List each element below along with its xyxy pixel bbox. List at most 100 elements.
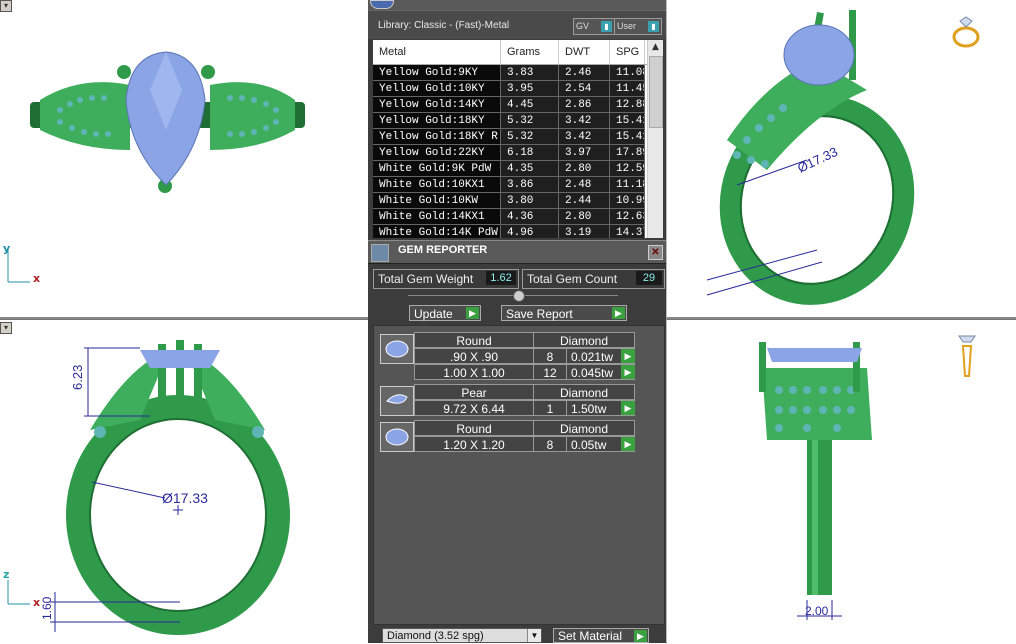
pear-gem-icon[interactable] [380, 386, 414, 416]
table-cell: 4.35 [501, 161, 559, 177]
table-cell: 3.19 [559, 225, 610, 238]
gem-reporter-title: GEM REPORTER [398, 244, 488, 256]
library-bar: Library: Classic - (Fast)-Metal GV ▮ User… [368, 10, 666, 39]
table-row[interactable]: Yellow Gold:18KY R...5.323.4215.41 [373, 129, 663, 145]
table-cell: 3.42 [559, 129, 610, 145]
table-cell: White Gold:14K PdW [373, 225, 501, 238]
close-icon[interactable]: ✕ [648, 245, 663, 260]
gem-size: 9.72 X 6.44 [414, 400, 534, 416]
viewport-top[interactable]: ▾ y x [0, 0, 368, 319]
table-cell: 14.37 [610, 225, 645, 238]
axis-x-label: x [33, 272, 41, 285]
gem-count: 8 [533, 436, 567, 452]
user-toggle[interactable]: User ▮ [614, 18, 662, 35]
table-row[interactable]: Yellow Gold:9KY3.832.4611.08 [373, 65, 663, 81]
table-cell: Yellow Gold:9KY [373, 65, 501, 81]
gem-weight[interactable]: 0.045tw ▶ [566, 364, 635, 380]
gem-reporter-icon [371, 244, 389, 262]
gem-group-pear: Pear Diamond 9.72 X 6.44 1 1.50tw ▶ [377, 384, 657, 418]
table-row[interactable]: Yellow Gold:22KY6.183.9717.89 [373, 145, 663, 161]
gem-shape: Round [414, 420, 534, 436]
table-cell: 3.86 [501, 177, 559, 193]
user-toggle-icon: ▮ [648, 21, 659, 32]
table-row[interactable]: White Gold:14K PdW4.963.1914.37 [373, 225, 663, 238]
save-report-button[interactable]: Save Report ▶ [501, 305, 627, 321]
play-icon[interactable]: ▶ [621, 365, 635, 379]
column-header-grams[interactable]: Grams [501, 40, 559, 64]
round-gem-icon[interactable] [380, 334, 414, 364]
gem-weight[interactable]: 0.05tw ▶ [566, 436, 635, 452]
table-row[interactable]: Yellow Gold:10KY3.952.5411.45 [373, 81, 663, 97]
metal-gem-panel: Library: Classic - (Fast)-Metal GV ▮ User… [368, 0, 666, 643]
table-cell: 2.80 [559, 209, 610, 225]
chevron-down-icon[interactable]: ▼ [527, 629, 541, 642]
column-header-spg[interactable]: SPG [610, 40, 645, 64]
table-cell: 3.97 [559, 145, 610, 161]
axis-z-label: z [3, 568, 10, 581]
total-gem-weight: Total Gem Weight 1.62 [373, 269, 519, 289]
table-cell: 11.08 [610, 65, 645, 81]
table-cell: 2.80 [559, 161, 610, 177]
update-button[interactable]: Update ▶ [409, 305, 481, 321]
axis-x-label: x [33, 596, 41, 609]
splitter-handle[interactable] [513, 290, 525, 302]
table-cell: 5.32 [501, 113, 559, 129]
table-cell: 12.63 [610, 209, 645, 225]
column-header-metal[interactable]: Metal [373, 40, 501, 64]
pendant-icon[interactable] [958, 335, 976, 377]
gem-size: .90 X .90 [414, 348, 534, 364]
viewport-perspective[interactable]: Ø17.33 [666, 0, 1016, 319]
table-cell: 11.18 [610, 177, 645, 193]
table-cell: White Gold:10KX1 [373, 177, 501, 193]
table-cell: 2.54 [559, 81, 610, 97]
gem-weight[interactable]: 0.021tw ▶ [566, 348, 635, 364]
ring-top-view [7, 51, 305, 283]
gv-toggle[interactable]: GV ▮ [573, 18, 615, 35]
table-row[interactable]: Yellow Gold:14KY4.452.8612.88 [373, 97, 663, 113]
gem-weight[interactable]: 1.50tw ▶ [566, 400, 635, 416]
total-gem-weight-value: 1.62 [486, 271, 516, 285]
scroll-up-icon[interactable]: ▲ [648, 40, 663, 55]
table-cell: 4.36 [501, 209, 559, 225]
gem-count: 1 [533, 400, 567, 416]
viewport-side[interactable]: 2.00 [666, 319, 1016, 644]
table-row[interactable]: White Gold:10KW3.802.4410.99 [373, 193, 663, 209]
pear-gem [783, 24, 855, 86]
table-cell: 3.80 [501, 193, 559, 209]
side-gallery-right [210, 82, 295, 150]
table-cell: 10.99 [610, 193, 645, 209]
play-icon[interactable]: ▶ [621, 349, 635, 363]
gem-reporter-titlebar: GEM REPORTER ✕ [368, 240, 666, 264]
ring-side-view [759, 335, 976, 620]
play-icon[interactable]: ▶ [621, 437, 635, 451]
material-select[interactable]: Diamond (3.52 spg) ▼ [382, 628, 542, 643]
table-row[interactable]: White Gold:14KX14.362.8012.63 [373, 209, 663, 225]
gem-size: 1.00 X 1.00 [414, 364, 534, 380]
table-row[interactable]: Yellow Gold:18KY5.323.4215.41 [373, 113, 663, 129]
table-cell: White Gold:10KW [373, 193, 501, 209]
scroll-thumb[interactable] [649, 56, 663, 128]
table-cell: 3.83 [501, 65, 559, 81]
metal-table[interactable]: Metal Grams DWT SPG Yellow Gold:9KY 3.83 2… [373, 40, 663, 238]
table-cell: 12.88 [610, 97, 645, 113]
table-cell: 15.41 [610, 129, 645, 145]
column-header-dwt[interactable]: DWT [559, 40, 610, 64]
table-row[interactable]: White Gold:10KX13.862.4811.18 [373, 177, 663, 193]
table-cell: 4.45 [501, 97, 559, 113]
gem-material: Diamond [533, 420, 635, 436]
dimension-width: 2.00 [805, 604, 829, 618]
table-cell: 3.42 [559, 113, 610, 129]
gem-material: Diamond [533, 332, 635, 348]
table-row[interactable]: White Gold:9K PdW4.352.8012.59 [373, 161, 663, 177]
total-gem-count-label: Total Gem Count [527, 272, 618, 286]
gem-list: Round Diamond .90 X .90 8 0.021tw ▶ 1.00 … [373, 325, 665, 625]
gem-material: Diamond [533, 384, 635, 400]
round-gem-icon[interactable] [380, 422, 414, 452]
table-cell: 2.86 [559, 97, 610, 113]
ring-icon[interactable] [952, 16, 980, 48]
viewport-front[interactable]: ▾ 6.23 Ø17.33 1.60 z x [0, 319, 368, 644]
library-label: Library: Classic - (Fast)-Metal [378, 20, 510, 31]
metal-table-scrollbar[interactable]: ▲ [647, 40, 663, 238]
play-icon[interactable]: ▶ [621, 401, 635, 415]
set-material-button[interactable]: Set Material ▶ [553, 628, 649, 643]
